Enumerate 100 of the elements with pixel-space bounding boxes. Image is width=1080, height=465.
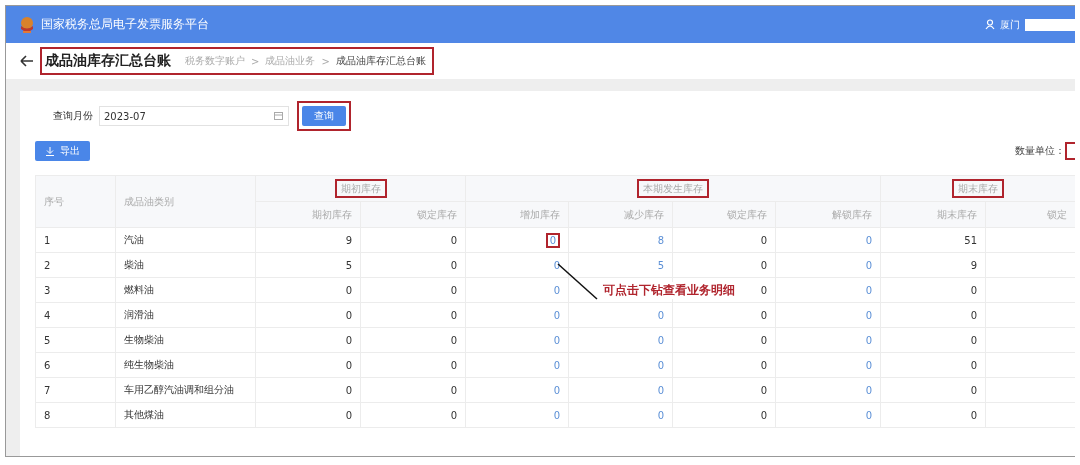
export-button[interactable]: 导出 xyxy=(35,141,90,161)
unit-label: 数量单位： xyxy=(1015,144,1065,158)
cell-link[interactable]: 0 xyxy=(657,309,664,321)
cell-link[interactable]: 0 xyxy=(657,334,664,346)
table-cell: 0 xyxy=(450,334,457,346)
table-cell: 0 xyxy=(760,359,767,371)
emblem-icon xyxy=(18,14,36,35)
table-cell: 0 xyxy=(345,334,352,346)
table-cell: 4 xyxy=(44,309,51,321)
table-cell: 9 xyxy=(345,234,352,246)
breadcrumb-separator: > xyxy=(321,55,330,67)
table-cell: 0 xyxy=(345,359,352,371)
cell-link[interactable]: 0 xyxy=(553,334,560,346)
cell-link[interactable]: 8 xyxy=(657,234,664,246)
breadcrumb-item[interactable]: 税务数字账户 xyxy=(185,54,245,68)
table-cell: 9 xyxy=(970,259,977,271)
query-button[interactable]: 查询 xyxy=(302,106,346,126)
table-cell: 0 xyxy=(760,234,767,246)
table-cell: 0 xyxy=(450,359,457,371)
group-header: 本期发生库存 xyxy=(637,178,709,198)
cell-link[interactable]: 0 xyxy=(553,284,560,296)
column-header: 增加库存 xyxy=(465,201,569,228)
back-icon xyxy=(20,55,34,67)
table-cell: 0 xyxy=(970,334,977,346)
table-cell: 0 xyxy=(970,359,977,371)
table-cell: 0 xyxy=(970,309,977,321)
table-cell: 0 xyxy=(450,409,457,421)
cell-link[interactable]: 0 xyxy=(553,359,560,371)
download-icon xyxy=(45,146,55,156)
column-header: 成品油类别 xyxy=(115,175,256,228)
cell-link[interactable]: 0 xyxy=(865,234,872,246)
table-cell: 0 xyxy=(450,309,457,321)
breadcrumb-item: 成品油库存汇总台账 xyxy=(335,54,426,68)
annotation-text: 可点击下钻查看业务明细 xyxy=(603,282,735,299)
cell-link[interactable]: 0 xyxy=(865,409,872,421)
page-title: 成品油库存汇总台账 xyxy=(45,52,171,70)
column-header: 序号 xyxy=(35,175,116,228)
user-name[interactable]: 厦门 xyxy=(1000,17,1020,32)
column-header: 期末库存 xyxy=(880,201,986,228)
table-cell: 0 xyxy=(970,384,977,396)
month-field[interactable]: 2023-07 xyxy=(99,106,289,126)
table-cell: 3 xyxy=(44,284,51,296)
table-cell: 0 xyxy=(345,284,352,296)
table-cell: 生物柴油 xyxy=(124,334,164,345)
cell-link[interactable]: 0 xyxy=(553,309,560,321)
cell-link[interactable]: 0 xyxy=(553,409,560,421)
table-cell: 0 xyxy=(450,284,457,296)
cell-link[interactable]: 0 xyxy=(657,384,664,396)
table-cell: 0 xyxy=(450,234,457,246)
table-cell: 润滑油 xyxy=(124,309,154,320)
column-header: 期初库存 xyxy=(255,201,361,228)
cell-link[interactable]: 0 xyxy=(865,259,872,271)
table-cell: 0 xyxy=(345,309,352,321)
table-cell: 0 xyxy=(450,384,457,396)
table-cell: 0 xyxy=(760,334,767,346)
table-cell: 0 xyxy=(970,409,977,421)
calendar-icon xyxy=(274,111,283,121)
cell-link[interactable]: 0 xyxy=(553,384,560,396)
table-cell: 0 xyxy=(760,259,767,271)
cell-link[interactable]: 0 xyxy=(657,359,664,371)
table-cell: 0 xyxy=(450,259,457,271)
table-cell: 5 xyxy=(345,259,352,271)
breadcrumb-separator: > xyxy=(251,55,260,67)
cell-link[interactable]: 0 xyxy=(865,284,872,296)
table-cell: 2 xyxy=(44,259,51,271)
table-cell: 纯生物柴油 xyxy=(124,359,174,370)
breadcrumb-item[interactable]: 成品油业务 xyxy=(265,54,316,68)
table-cell: 其他煤油 xyxy=(124,409,164,420)
cell-link[interactable]: 0 xyxy=(865,334,872,346)
column-header: 锁定 xyxy=(985,201,1075,228)
table-cell: 柴油 xyxy=(124,259,144,270)
table-cell: 汽油 xyxy=(124,234,144,245)
table-cell: 5 xyxy=(44,334,51,346)
user-icon xyxy=(985,19,995,30)
table-cell: 燃料油 xyxy=(124,284,154,295)
table-cell: 0 xyxy=(760,384,767,396)
cell-link[interactable]: 0 xyxy=(865,359,872,371)
table-cell: 1 xyxy=(44,234,51,246)
table-cell: 6 xyxy=(44,359,51,371)
table-cell: 7 xyxy=(44,384,51,396)
platform-title: 国家税务总局电子发票服务平台 xyxy=(41,16,209,33)
table-cell: 51 xyxy=(964,234,977,246)
table-cell: 0 xyxy=(760,284,767,296)
column-header: 减少库存 xyxy=(568,201,673,228)
cell-link[interactable]: 0 xyxy=(865,309,872,321)
group-header: 期初库存 xyxy=(334,178,387,198)
table-cell: 8 xyxy=(44,409,51,421)
cell-link[interactable]: 0 xyxy=(865,384,872,396)
table-cell: 0 xyxy=(345,384,352,396)
table-cell: 0 xyxy=(345,409,352,421)
group-header: 期末库存 xyxy=(952,178,1004,198)
table-cell: 0 xyxy=(760,309,767,321)
column-header: 锁定库存 xyxy=(672,201,776,228)
cell-link[interactable]: 0 xyxy=(545,232,560,248)
table-cell: 0 xyxy=(970,284,977,296)
cell-link[interactable]: 5 xyxy=(657,259,664,271)
table-cell: 0 xyxy=(760,409,767,421)
cell-link[interactable]: 0 xyxy=(657,409,664,421)
column-header: 解锁库存 xyxy=(775,201,881,228)
redaction-block xyxy=(1025,18,1075,31)
